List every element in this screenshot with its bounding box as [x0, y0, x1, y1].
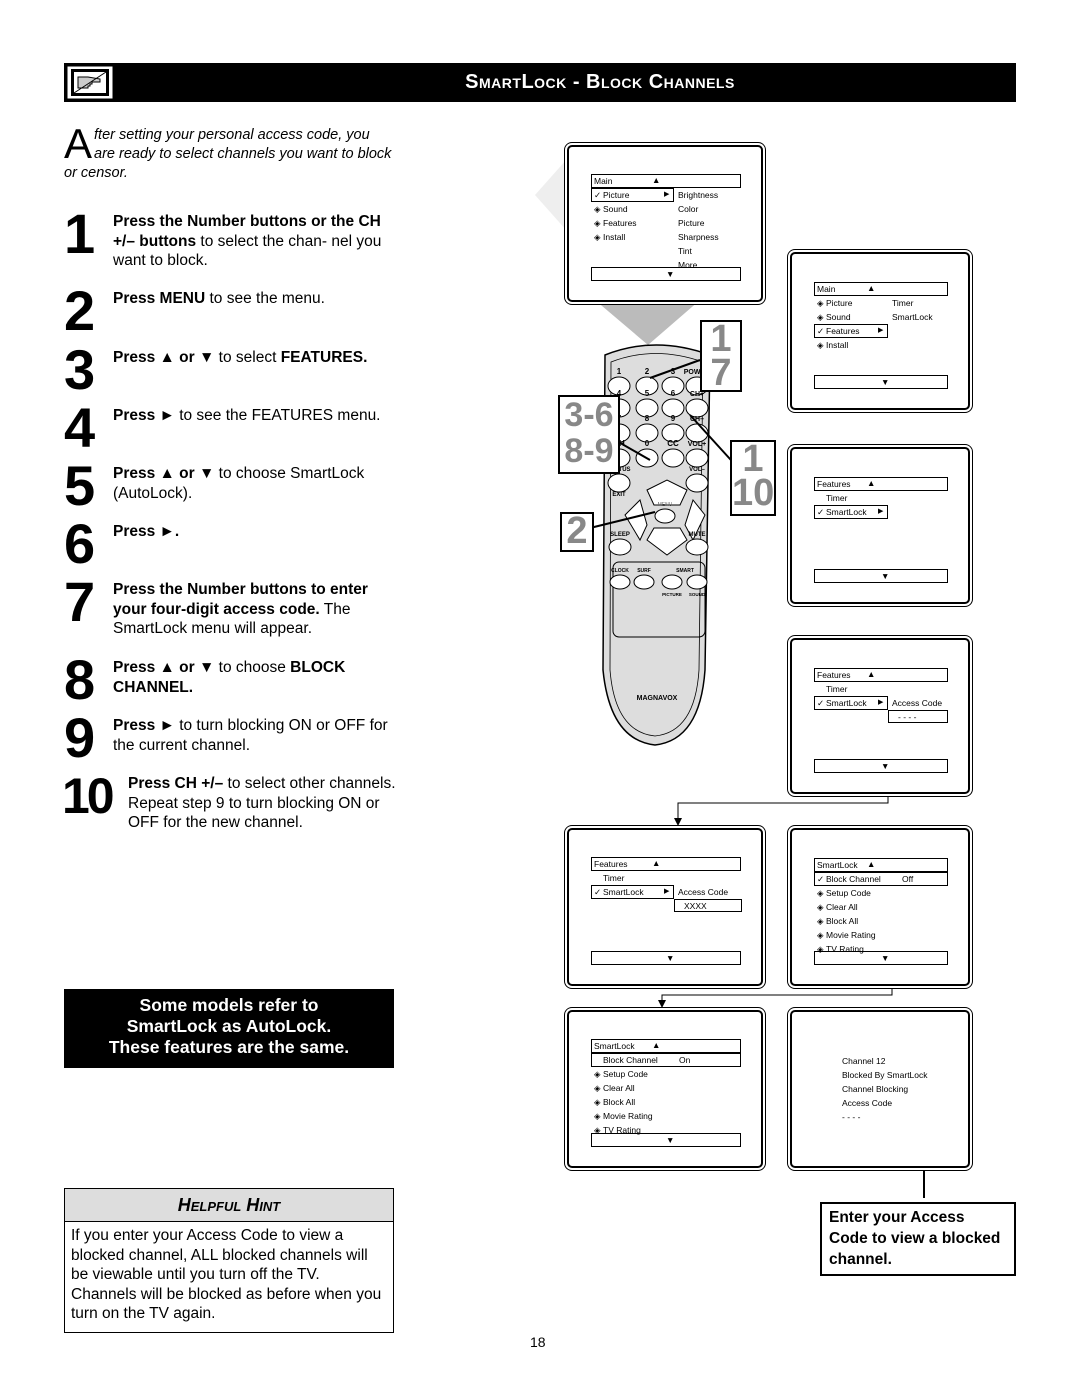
- leader-line: [649, 359, 701, 379]
- manual-page: SmartLock - Block Channels After setting…: [0, 0, 1080, 1397]
- callout-number: 1: [742, 438, 764, 480]
- leader-line: [589, 511, 656, 529]
- callout-number: 3-6: [564, 396, 614, 434]
- step-callout: 3-6 8-9: [558, 395, 620, 474]
- callout-number: 7: [710, 352, 732, 394]
- leader-line: [614, 439, 651, 461]
- step-callout: 2: [560, 512, 594, 552]
- callout-number: 1: [710, 318, 732, 360]
- callout-number: 8-9: [564, 432, 614, 470]
- callout-number: 10: [732, 472, 775, 514]
- callout-number: 2: [566, 510, 588, 552]
- step-callout: 1 10: [730, 440, 776, 516]
- callout-leaders: [589, 359, 741, 529]
- step-callout: 17: [700, 320, 742, 392]
